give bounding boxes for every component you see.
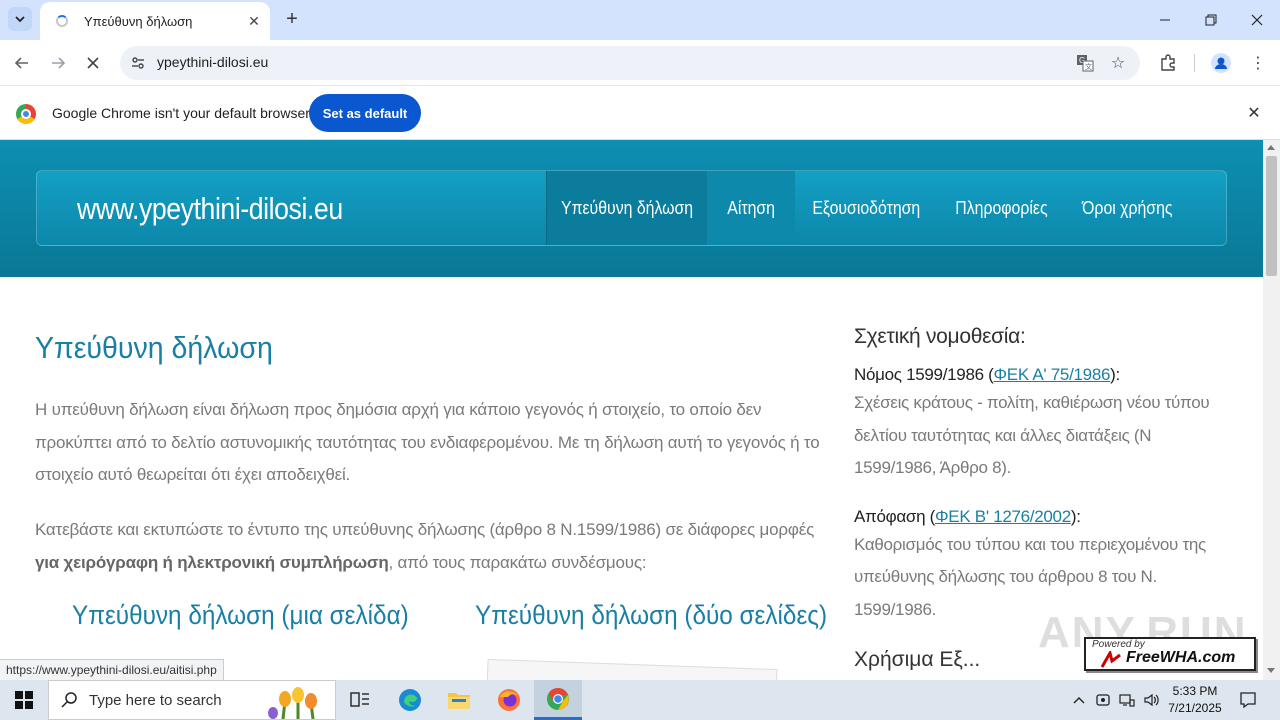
sidebar-heading: Σχετική νομοθεσία:: [854, 325, 1026, 348]
search-icon: [61, 692, 77, 708]
chevron-down-icon: [15, 16, 25, 23]
close-window-button[interactable]: [1234, 0, 1280, 40]
profile-avatar-icon[interactable]: [1210, 52, 1232, 74]
law1-description: Σχέσεις κράτους - πολίτη, καθιέρωση νέου…: [854, 393, 1210, 477]
site-header: www.ypeythini-dilosi.eu Υπεύθυνη δήλωση …: [0, 140, 1263, 277]
flowers-decoration-icon: [268, 687, 317, 719]
law1-fek-link[interactable]: ΦΕΚ Α' 75/1986: [994, 365, 1111, 384]
extensions-icon[interactable]: [1157, 52, 1179, 74]
toolbar-divider: [1194, 54, 1195, 72]
set-as-default-button[interactable]: Set as default: [309, 94, 421, 132]
kebab-menu-icon[interactable]: ⋮: [1247, 52, 1269, 74]
volume-icon[interactable]: [1141, 690, 1161, 710]
clock-time: 5:33 PM: [1172, 684, 1218, 698]
translate-icon[interactable]: G文: [1076, 54, 1094, 72]
show-hidden-icons[interactable]: [1069, 690, 1089, 710]
edge-icon: [399, 689, 421, 711]
edge-taskbar-button[interactable]: [386, 680, 434, 720]
url-text[interactable]: ypeythini-dilosi.eu: [157, 54, 268, 70]
chrome-icon: [547, 687, 569, 710]
close-icon: [1251, 14, 1263, 26]
search-placeholder: Type here to search: [89, 692, 222, 709]
restore-icon: [1205, 14, 1217, 26]
browser-tab[interactable]: Υπεύθυνη δήλωση ✕: [40, 2, 270, 40]
site-navbar: www.ypeythini-dilosi.eu Υπεύθυνη δήλωση …: [36, 170, 1227, 246]
page-title: Υπεύθυνη δήλωση: [35, 330, 273, 365]
clock-date: 7/21/2025: [1168, 701, 1222, 715]
arrow-left-icon: [14, 57, 28, 69]
chevron-up-icon: [1073, 697, 1085, 704]
scrollbar-thumb[interactable]: [1266, 156, 1277, 276]
start-button[interactable]: [0, 680, 48, 720]
nav-item-oroi-xrisis[interactable]: Όροι χρήσης: [1065, 171, 1190, 245]
tab-strip: Υπεύθυνη δήλωση ✕ +: [0, 0, 1280, 40]
form-preview-thumbnail[interactable]: [486, 658, 778, 680]
notification-center-icon[interactable]: [1238, 690, 1258, 710]
scroll-up-icon[interactable]: [1267, 145, 1275, 150]
download-two-pages-link[interactable]: Υπεύθυνη δήλωση (δύο σελίδες): [475, 600, 827, 631]
freewha-badge[interactable]: Powered by FreeWHA.com: [1084, 637, 1256, 671]
nav-item-plirofories[interactable]: Πληροφορίες: [937, 171, 1065, 245]
law2-title: Απόφαση (ΦΕΚ Β' 1276/2002):: [854, 506, 1081, 526]
page-scrollbar[interactable]: [1263, 140, 1280, 680]
status-bar-url: https://www.ypeythini-dilosi.eu/aitisi.p…: [0, 659, 224, 680]
download-paragraph: Κατεβάστε και εκτυπώστε το έντυπο της υπ…: [35, 520, 815, 572]
infobar-message: Google Chrome isn't your default browser: [52, 105, 310, 121]
folder-icon: [448, 693, 470, 709]
task-view-button[interactable]: [336, 680, 384, 720]
infobar-close-icon[interactable]: ✕: [1244, 103, 1264, 123]
nav-item-exousiodotisi[interactable]: Εξουσιοδότηση: [795, 171, 937, 245]
scroll-down-icon[interactable]: [1267, 668, 1275, 673]
windows-logo-icon: [15, 691, 33, 709]
freewha-logo-icon: [1100, 651, 1121, 668]
tab-close-icon[interactable]: ✕: [246, 13, 262, 29]
site-settings-icon[interactable]: [130, 55, 146, 71]
bookmark-star-icon[interactable]: ☆: [1109, 54, 1127, 72]
svg-text:文: 文: [1085, 62, 1092, 71]
close-icon: [87, 57, 99, 69]
site-brand-link[interactable]: www.ypeythini-dilosi.eu: [77, 191, 343, 227]
download-one-page-link[interactable]: Υπεύθυνη δήλωση (μια σελίδα): [72, 600, 409, 631]
stop-loading-button[interactable]: [80, 50, 106, 76]
taskbar-clock[interactable]: 5:33 PM 7/21/2025: [1160, 683, 1230, 717]
minimize-icon: [1160, 19, 1170, 21]
default-browser-infobar: Google Chrome isn't your default browser…: [0, 87, 1280, 140]
taskbar-search-box[interactable]: Type here to search: [48, 680, 336, 720]
loading-spinner-icon: [56, 15, 68, 27]
windows-taskbar: Type here to search 5:33 PM 7/21/2025: [0, 680, 1280, 720]
nav-item-aitisi[interactable]: Αίτηση: [707, 171, 795, 245]
arrow-right-icon: [52, 57, 66, 69]
tab-search-button[interactable]: [8, 7, 32, 31]
law1-title: Νόμος 1599/1986 (ΦΕΚ Α' 75/1986):: [854, 365, 1120, 384]
chrome-taskbar-button[interactable]: [534, 680, 582, 720]
firefox-icon: [498, 689, 520, 711]
intro-paragraph: Η υπεύθυνη δήλωση είναι δήλωση προς δημό…: [35, 400, 820, 484]
network-icon[interactable]: [1117, 690, 1137, 710]
tab-title: Υπεύθυνη δήλωση: [84, 13, 193, 29]
chrome-logo-icon: [16, 104, 36, 124]
page-viewport: www.ypeythini-dilosi.eu Υπεύθυνη δήλωση …: [0, 140, 1263, 680]
firefox-taskbar-button[interactable]: [485, 680, 533, 720]
forward-button[interactable]: [45, 50, 71, 76]
law2-fek-link[interactable]: ΦΕΚ Β' 1276/2002: [935, 507, 1071, 526]
browser-toolbar: ypeythini-dilosi.eu G文 ☆ ⋮: [0, 40, 1280, 86]
restore-button[interactable]: [1188, 0, 1234, 40]
file-explorer-taskbar-button[interactable]: [435, 680, 483, 720]
back-button[interactable]: [9, 50, 35, 76]
task-view-icon: [350, 692, 369, 707]
minimize-button[interactable]: [1142, 0, 1188, 40]
nav-item-ypeythini-dilosi[interactable]: Υπεύθυνη δήλωση: [546, 171, 707, 245]
security-tray-icon[interactable]: [1093, 690, 1113, 710]
address-bar[interactable]: ypeythini-dilosi.eu G文 ☆: [120, 46, 1140, 80]
new-tab-button[interactable]: +: [280, 8, 304, 32]
